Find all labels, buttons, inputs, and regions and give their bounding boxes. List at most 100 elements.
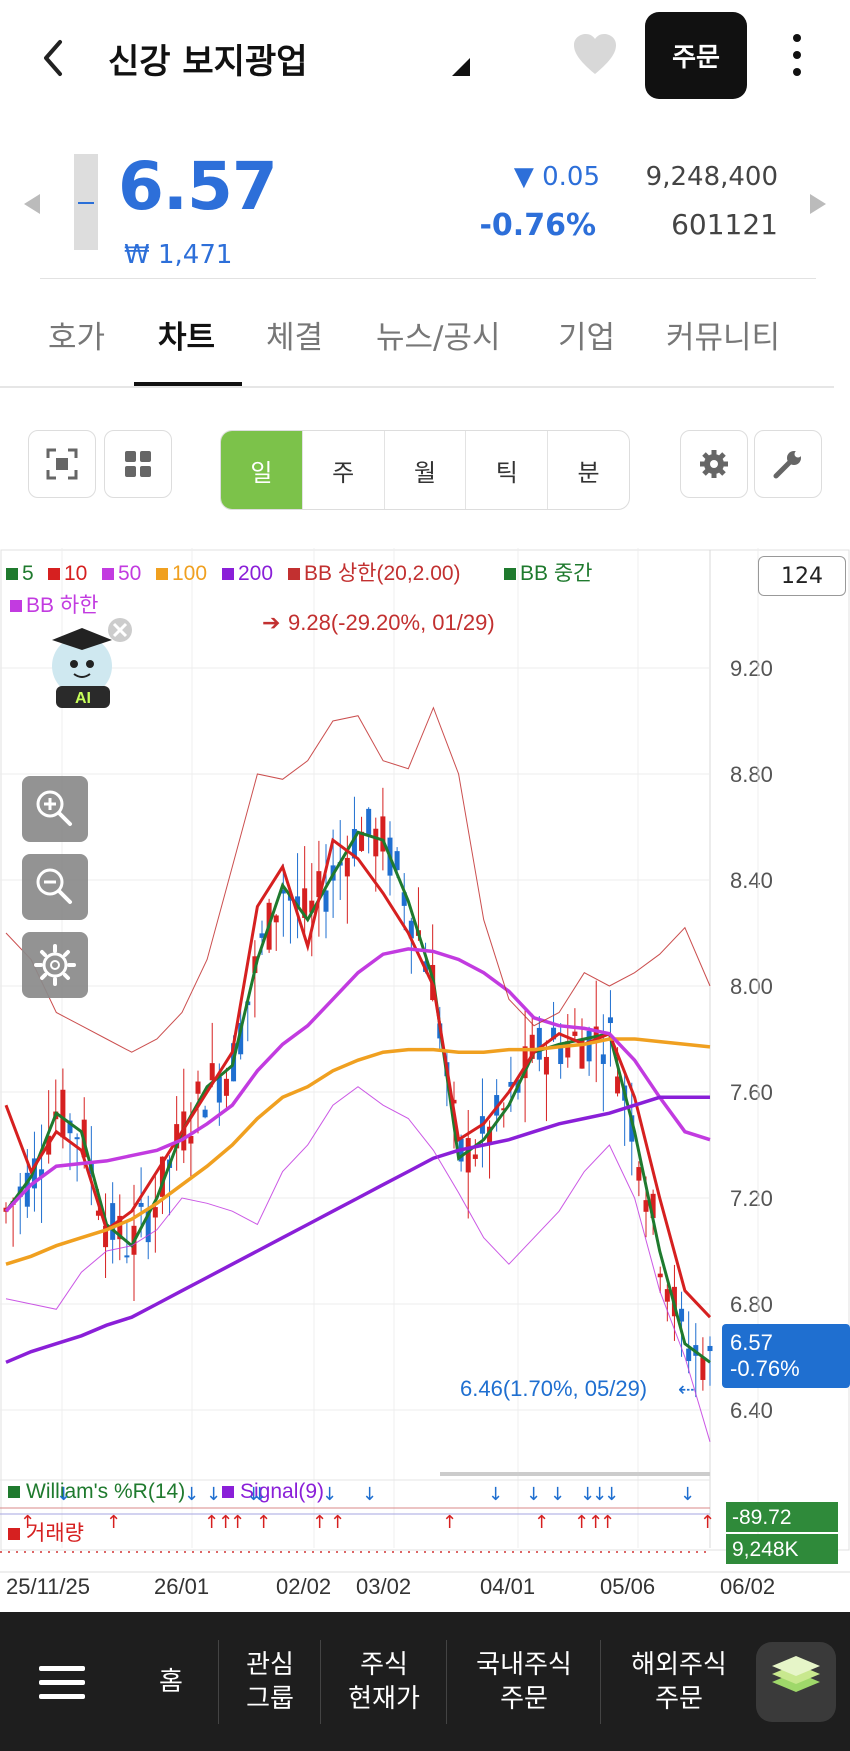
nav-foreign-order[interactable]: 해외주식 주문 (604, 1612, 754, 1751)
candle-body (74, 1137, 80, 1140)
price-change: ▼ 0.05 (513, 162, 600, 192)
candle-body (536, 1027, 542, 1060)
x-tick-label: 04/01 (480, 1574, 535, 1599)
legend-label: BB 상한(20,2.00) (304, 562, 461, 585)
y-tick-label: 7.60 (730, 1080, 773, 1105)
zoom-out-icon (36, 868, 72, 904)
tab-community[interactable]: 커뮤니티 (666, 312, 780, 357)
zoom-in-button[interactable] (22, 776, 88, 842)
quote-panel: 6.57 ₩ 1,471 ▼ 0.05 -0.76% 9,248,400 601… (0, 140, 850, 280)
buy-signal-arrow: ↑ (312, 1512, 327, 1533)
candle-body (657, 1273, 663, 1278)
sell-signal-arrow: ↓ (550, 1484, 565, 1505)
buy-signal-arrow: ↑ (600, 1512, 615, 1533)
nav-stock-quote[interactable]: 주식 현재가 (324, 1612, 444, 1751)
more-options-icon[interactable] (782, 30, 812, 80)
period-minute[interactable]: 분 (548, 431, 629, 509)
menu-button[interactable] (20, 1612, 104, 1751)
sell-signal-arrow: ↓ (526, 1484, 541, 1505)
candle-body (124, 1255, 130, 1258)
layers-icon (756, 1641, 836, 1722)
trade-volume: 9,248,400 (645, 162, 778, 192)
chart-option-button[interactable] (22, 932, 88, 998)
candle-body (344, 857, 350, 877)
x-tick-label: 05/06 (600, 1574, 655, 1599)
stock-dropdown-icon[interactable] (450, 56, 472, 78)
sell-signal-arrow: ↓ (56, 1484, 71, 1505)
candle-body (465, 1138, 471, 1173)
legend-swatch (48, 568, 60, 580)
zoom-in-icon (36, 790, 72, 826)
layout-grid-button[interactable] (104, 430, 172, 498)
nav-domestic-order[interactable]: 국내주식 주문 (450, 1612, 598, 1751)
buy-signal-arrow: ↑ (442, 1512, 457, 1533)
order-button[interactable]: 주문 (645, 12, 747, 99)
y-tick-label: 9.20 (730, 656, 773, 681)
gear-icon (700, 450, 728, 478)
period-tick[interactable]: 틱 (466, 431, 549, 509)
sell-signal-arrow: ↓ (604, 1484, 619, 1505)
period-selector: 일 주 월 틱 분 (220, 430, 630, 510)
tab-chart[interactable]: 차트 (158, 312, 215, 357)
favorite-heart-icon[interactable] (570, 30, 620, 80)
legend-swatch (8, 1486, 20, 1498)
y-tick-label: 6.40 (730, 1398, 773, 1423)
low-annotation: 6.46(1.70%, 05/29) (460, 1376, 647, 1401)
legend-label: 5 (22, 562, 34, 585)
buy-signal-arrow: ↑ (230, 1512, 245, 1533)
y-tick-label: 8.80 (730, 762, 773, 787)
prev-stock-icon[interactable] (22, 192, 42, 220)
tab-orderbook[interactable]: 호가 (48, 312, 105, 357)
chart-settings-button[interactable] (680, 430, 748, 498)
candle-body (373, 828, 379, 857)
chart-tools-button[interactable] (754, 430, 822, 498)
candle-body (223, 1078, 229, 1096)
current-price: 6.57 (118, 148, 278, 225)
candle-body (323, 890, 329, 912)
ai-assistant-badge[interactable]: AI (42, 618, 136, 708)
legend-swatch (8, 1528, 20, 1540)
candle-body (216, 1076, 222, 1103)
layers-button[interactable] (754, 1612, 838, 1751)
chart-toolbar: 일 주 월 틱 분 (0, 430, 850, 510)
series-line-50 (4, 947, 711, 1213)
nav-watchlist[interactable]: 관심 그룹 (222, 1612, 318, 1751)
candle-body (152, 1207, 158, 1218)
period-month[interactable]: 월 (385, 431, 467, 509)
candle-count-box[interactable]: 124 (758, 556, 846, 596)
high-annotation: 9.28(-29.20%, 01/29) (288, 610, 495, 635)
next-stock-icon[interactable] (808, 192, 828, 220)
y-tick-label: 7.20 (730, 1186, 773, 1211)
current-price-tag-value: 6.57 (730, 1330, 773, 1355)
legend-label: BB 중간 (520, 562, 593, 585)
x-tick-label: 25/11/25 (6, 1574, 90, 1599)
stock-name[interactable]: 신강 보지광업 (108, 34, 308, 83)
krw-price: ₩ 1,471 (124, 240, 233, 270)
ai-mascot-icon: AI (52, 618, 132, 708)
divider (40, 278, 816, 279)
buy-signal-arrow: ↑ (534, 1512, 549, 1533)
x-tick-label: 26/01 (154, 1574, 209, 1599)
fullscreen-button[interactable] (28, 430, 96, 498)
x-tick-label: 03/02 (356, 1574, 411, 1599)
price-chart[interactable]: 9.20 8.80 8.40 8.00 7.60 7.20 6.80 6.40 25/11/25… (0, 548, 850, 1610)
candle-body (202, 1109, 208, 1118)
tab-company[interactable]: 기업 (558, 312, 615, 357)
tab-trades[interactable]: 체결 (266, 312, 323, 357)
candle-body (615, 1076, 621, 1094)
back-icon[interactable] (36, 36, 72, 80)
sell-signal-arrow: ↓ (252, 1484, 267, 1505)
indicator-value: -89.72 (732, 1506, 792, 1529)
buy-signal-arrow: ↑ (330, 1512, 345, 1533)
price-change-pct: -0.76% (479, 208, 596, 243)
period-day[interactable]: 일 (221, 431, 303, 509)
tab-news[interactable]: 뉴스/공시 (376, 312, 501, 357)
divider (320, 1640, 321, 1724)
candle-body (195, 1081, 201, 1094)
candle-body (636, 1167, 642, 1181)
legend-label: 10 (64, 562, 87, 585)
zoom-out-button[interactable] (22, 854, 88, 920)
period-week[interactable]: 주 (303, 431, 385, 509)
nav-home[interactable]: 홈 (126, 1612, 216, 1751)
candle-body (643, 1200, 649, 1212)
